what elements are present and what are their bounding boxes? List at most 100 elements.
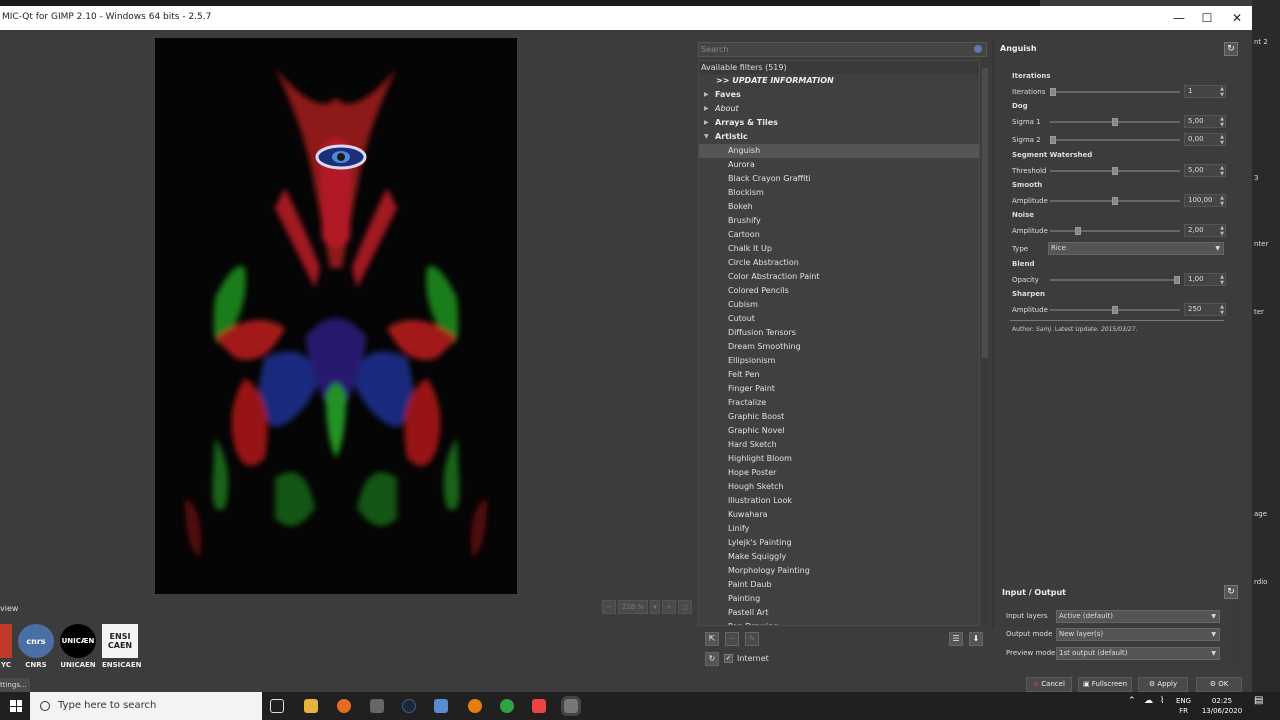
filter-item[interactable]: Anguish <box>699 144 979 158</box>
filter-item[interactable]: Circle Abstraction <box>699 256 979 270</box>
slider-track[interactable] <box>1050 118 1180 126</box>
param-spinbox[interactable]: 5,00 ▲ ▼ <box>1184 115 1226 128</box>
slider-handle[interactable] <box>1112 167 1118 175</box>
cancel-button[interactable]: ⊘ Cancel <box>1026 677 1072 692</box>
param-spinbox[interactable]: 1,00 ▲ ▼ <box>1184 273 1226 286</box>
filter-item[interactable]: Finger Paint <box>699 382 979 396</box>
filter-item[interactable]: Highlight Bloom <box>699 452 979 466</box>
zoom-level[interactable]: 228 % <box>618 600 648 614</box>
spin-arrows-icon[interactable]: ▲ ▼ <box>1220 304 1224 316</box>
param-spinbox[interactable]: 0,00 ▲ ▼ <box>1184 133 1226 146</box>
param-spinbox[interactable]: 100,00 ▲ ▼ <box>1184 194 1226 207</box>
internet-toggle[interactable]: ✓ Internet <box>724 654 769 663</box>
taskbar-search-input[interactable]: Type here to search <box>30 692 262 720</box>
filter-item[interactable]: Ellipsionism <box>699 354 979 368</box>
panel-splitter[interactable] <box>992 40 994 628</box>
app-icon[interactable] <box>370 699 384 713</box>
filter-item[interactable]: Graphic Novel <box>699 424 979 438</box>
filter-item[interactable]: Diffusion Tensors <box>699 326 979 340</box>
maximize-button[interactable]: ☐ <box>1192 9 1222 27</box>
filter-item[interactable]: Pastell Art <box>699 606 979 620</box>
param-iterations[interactable]: Iterations 1 ▲ ▼ <box>1012 85 1226 99</box>
filter-item[interactable]: Chalk It Up <box>699 242 979 256</box>
firefox-icon[interactable] <box>337 699 351 713</box>
blender-icon[interactable] <box>468 699 482 713</box>
filter-item[interactable]: Dream Smoothing <box>699 340 979 354</box>
filter-item[interactable]: Fractalize <box>699 396 979 410</box>
filter-item[interactable]: Colored Pencils <box>699 284 979 298</box>
slider-track[interactable] <box>1050 227 1180 235</box>
spin-arrows-icon[interactable]: ▲ ▼ <box>1220 195 1224 207</box>
gmic-icon[interactable] <box>561 696 581 716</box>
zoom-dropdown[interactable]: ▾ <box>650 600 660 614</box>
zoom-out-button[interactable]: − <box>602 600 616 614</box>
param-opacity[interactable]: Opacity 1,00 ▲ ▼ <box>1012 273 1226 287</box>
green-app-icon[interactable] <box>500 699 514 713</box>
filter-scrollbar[interactable] <box>982 60 988 626</box>
rename-fave-button[interactable]: ✎ <box>745 632 759 646</box>
spin-arrows-icon[interactable]: ▲ ▼ <box>1220 274 1224 286</box>
minimize-button[interactable]: — <box>1164 9 1194 27</box>
spin-arrows-icon[interactable]: ▲ ▼ <box>1220 225 1224 237</box>
param-threshold[interactable]: Threshold 5,00 ▲ ▼ <box>1012 164 1226 178</box>
scrollbar-thumb[interactable] <box>982 68 988 358</box>
slider-handle[interactable] <box>1074 227 1081 235</box>
task-view-icon[interactable] <box>270 699 284 713</box>
param-noise-amplitude[interactable]: Amplitude 2,00 ▲ ▼ <box>1012 224 1226 238</box>
filter-item[interactable]: Painting <box>699 592 979 606</box>
preview-image[interactable] <box>155 38 517 594</box>
download-icon[interactable]: ⬇ <box>969 632 983 646</box>
cube-app-icon[interactable] <box>434 699 448 713</box>
param-spinbox[interactable]: 1 ▲ ▼ <box>1184 85 1226 98</box>
filter-item[interactable]: Kuwahara <box>699 508 979 522</box>
param-sigma1[interactable]: Sigma 1 5,00 ▲ ▼ <box>1012 115 1226 129</box>
slider-track[interactable] <box>1050 136 1180 144</box>
slider-handle[interactable] <box>1112 197 1118 205</box>
filter-item[interactable]: Hope Poster <box>699 466 979 480</box>
steam-icon[interactable] <box>402 699 416 713</box>
filter-item[interactable]: Linify <box>699 522 979 536</box>
internet-checkbox[interactable]: ✓ <box>724 654 733 663</box>
clock[interactable]: 02:25 13/06/2020 <box>1200 696 1244 716</box>
slider-track[interactable] <box>1050 88 1180 96</box>
filter-item[interactable]: Black Crayon Graffiti <box>699 172 979 186</box>
slider-track[interactable] <box>1050 306 1180 314</box>
filter-item[interactable]: Bokeh <box>699 200 979 214</box>
param-spinbox[interactable]: 5,00 ▲ ▼ <box>1184 164 1226 177</box>
zoom-in-button[interactable]: + <box>662 600 676 614</box>
filter-item[interactable]: Aurora <box>699 158 979 172</box>
ok-button[interactable]: ⚙ OK <box>1196 677 1242 692</box>
param-noise-type[interactable]: Type Rice ▼ <box>1012 242 1226 256</box>
filter-item[interactable]: Felt Pen <box>699 368 979 382</box>
slider-handle[interactable] <box>1112 306 1118 314</box>
filter-search-input[interactable]: Search <box>698 42 987 57</box>
slider-track[interactable] <box>1050 276 1180 284</box>
filter-item[interactable]: Illustration Look <box>699 494 979 508</box>
zoom-fit-button[interactable]: ◻ <box>678 600 692 614</box>
slider-track[interactable] <box>1050 167 1180 175</box>
spin-arrows-icon[interactable]: ▲ ▼ <box>1220 86 1224 98</box>
filter-item[interactable]: Brushify <box>699 214 979 228</box>
category-about[interactable]: ▶ About <box>699 102 979 116</box>
tray-chevron-icon[interactable]: ⌃ <box>1128 696 1136 706</box>
add-fave-button[interactable]: ⇱ <box>705 632 719 646</box>
file-explorer-icon[interactable] <box>304 699 318 713</box>
filter-item[interactable]: Lylejk's Painting <box>699 536 979 550</box>
io-reset-button[interactable]: ↻ <box>1224 585 1238 599</box>
io-scrollbar[interactable] <box>1232 602 1238 666</box>
windows-start-icon[interactable] <box>10 700 22 712</box>
red-app-icon[interactable] <box>532 699 546 713</box>
apply-button[interactable]: ⚙ Apply <box>1138 677 1188 692</box>
param-sigma2[interactable]: Sigma 2 0,00 ▲ ▼ <box>1012 133 1226 147</box>
filter-item[interactable]: Cartoon <box>699 228 979 242</box>
filter-item[interactable]: Cubism <box>699 298 979 312</box>
slider-track[interactable] <box>1050 197 1180 205</box>
wifi-icon[interactable]: ⌇ <box>1160 696 1164 706</box>
refresh-filters-button[interactable]: ↻ <box>705 652 719 666</box>
visibility-button[interactable]: ☰ <box>949 632 963 646</box>
category-faves[interactable]: ▶ Faves <box>699 88 979 102</box>
param-sharpen-amplitude[interactable]: Amplitude 250 ▲ ▼ <box>1012 303 1226 317</box>
spin-arrows-icon[interactable]: ▲ ▼ <box>1220 134 1224 146</box>
noise-type-select[interactable]: Rice ▼ <box>1048 242 1224 255</box>
slider-handle[interactable] <box>1112 118 1118 126</box>
